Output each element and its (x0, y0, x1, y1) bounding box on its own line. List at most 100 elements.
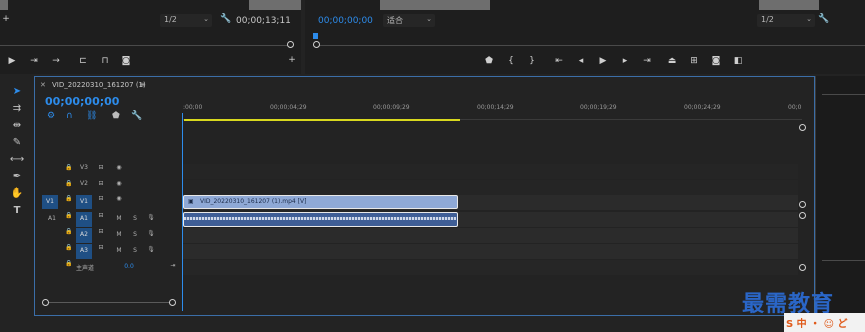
mark-out-icon[interactable]: } (526, 56, 538, 66)
add-marker-icon[interactable]: ⬟ (112, 111, 120, 121)
solo-button[interactable]: S (130, 244, 140, 254)
vertical-scroll-handle[interactable] (799, 264, 806, 271)
go-to-out-icon[interactable]: ⇥ (641, 56, 653, 66)
mute-button[interactable]: M (114, 228, 124, 238)
razor-icon[interactable]: ✎ (6, 137, 28, 151)
vertical-scroll-handle[interactable] (799, 212, 806, 219)
lock-icon[interactable]: 🔒 (64, 195, 74, 202)
add-marker-icon[interactable]: + (0, 14, 12, 24)
timeline-timecode[interactable]: 00;00;00;00 (45, 95, 119, 108)
lock-icon[interactable]: 🔒 (64, 228, 74, 235)
pen-icon[interactable]: ✒ (6, 171, 28, 185)
mute-button[interactable]: M (114, 212, 124, 222)
source-scrubber[interactable] (0, 45, 290, 46)
overwrite-icon[interactable]: ⊓ (99, 56, 111, 66)
eye-icon[interactable]: ◉ (114, 164, 124, 171)
eye-icon[interactable]: ◉ (114, 195, 124, 202)
microphone-icon[interactable]: 🎙 (146, 228, 156, 237)
lift-icon[interactable]: ⏏ (666, 56, 678, 66)
program-scrub-handle[interactable] (313, 41, 320, 48)
sync-lock-icon[interactable]: ⊟ (96, 164, 106, 171)
ripple-edit-icon[interactable]: ⇹ (6, 120, 28, 134)
master-volume-value[interactable]: 0.0 (122, 260, 136, 270)
snap-icon[interactable]: ∩ (66, 111, 73, 121)
go-to-out-icon[interactable]: → (50, 56, 62, 66)
wrench-icon[interactable]: 🔧 (818, 14, 830, 24)
extract-icon[interactable]: ⊞ (688, 56, 700, 66)
camera-icon[interactable]: ◙ (710, 56, 722, 66)
track-lane-master[interactable] (182, 260, 798, 275)
sync-lock-icon[interactable]: ⊟ (96, 244, 106, 251)
microphone-icon[interactable]: 🎙 (146, 244, 156, 253)
source-scrub-end-handle[interactable] (287, 41, 294, 48)
program-timecode[interactable]: 00;00;00;00 (318, 16, 373, 26)
track-lane-a3[interactable] (182, 244, 798, 259)
go-to-in-icon[interactable]: ⇤ (553, 56, 565, 66)
fit-select[interactable]: 适合 ⌄ (383, 14, 435, 27)
linked-selection-icon[interactable]: ⛓ (86, 111, 97, 121)
source-zoom-select[interactable]: 1/2 ⌄ (160, 14, 212, 27)
sync-lock-icon[interactable]: ⊟ (96, 212, 106, 219)
track-select-icon[interactable]: ⇉ (6, 103, 28, 117)
lock-icon[interactable]: 🔒 (64, 212, 74, 219)
vertical-scroll-handle[interactable] (799, 124, 806, 131)
marker-icon[interactable]: ⬟ (483, 56, 495, 66)
step-forward-icon[interactable]: ▸ (619, 56, 631, 66)
add-button-icon[interactable]: + (286, 55, 298, 65)
track-lane-a2[interactable] (182, 228, 798, 243)
source-patch-a1[interactable]: A1 (44, 212, 60, 222)
source-monitor: + 1/2 ⌄ 🔧 00;00;13;11 ▶ ⇥ → ⊏ ⊓ ◙ + (0, 0, 301, 74)
play-icon[interactable]: ▶ (6, 56, 18, 66)
step-back-icon[interactable]: ◂ (575, 56, 587, 66)
audio-clip[interactable] (183, 212, 458, 227)
close-tab-icon[interactable]: ✕ (40, 81, 46, 89)
camera-icon[interactable]: ◙ (120, 56, 132, 66)
go-to-end-icon[interactable]: ⇥ (168, 260, 178, 269)
selection-tool-icon[interactable]: ➤ (6, 86, 28, 100)
track-label[interactable]: V3 (76, 164, 92, 171)
sync-lock-icon[interactable]: ⊟ (96, 195, 106, 202)
track-lane-v2[interactable] (182, 180, 798, 195)
zoom-handle-right[interactable] (169, 299, 176, 306)
track-target-a3[interactable]: A3 (76, 244, 92, 259)
source-timecode[interactable]: 00;00;13;11 (236, 16, 291, 26)
zoom-handle-left[interactable] (42, 299, 49, 306)
track-target-a2[interactable]: A2 (76, 228, 92, 243)
solo-button[interactable]: S (130, 212, 140, 222)
lock-icon[interactable]: 🔒 (64, 180, 74, 187)
sync-lock-icon[interactable]: ⊟ (96, 180, 106, 187)
mark-in-icon[interactable]: { (505, 56, 517, 66)
panel-menu-icon[interactable]: ≡ (139, 80, 146, 89)
program-zoom-select[interactable]: 1/2 ⌄ (757, 14, 815, 27)
horizontal-scrollbar[interactable] (44, 302, 174, 303)
step-forward-icon[interactable]: ⇥ (28, 56, 40, 66)
lock-icon[interactable]: 🔒 (64, 164, 74, 171)
timeline-tab-title[interactable]: VID_20220310_161207 (1) (52, 81, 146, 89)
wrench-icon[interactable]: 🔧 (131, 111, 142, 121)
program-scrubber[interactable] (313, 45, 865, 46)
lock-icon[interactable]: 🔒 (64, 260, 74, 267)
track-target-a1[interactable]: A1 (76, 212, 92, 227)
work-area-bar[interactable] (184, 119, 460, 121)
mute-button[interactable]: M (114, 244, 124, 254)
eye-icon[interactable]: ◉ (114, 180, 124, 187)
wrench-icon[interactable]: 🔧 (220, 14, 232, 24)
microphone-icon[interactable]: 🎙 (146, 212, 156, 221)
nest-icon[interactable]: ⚙ (47, 111, 55, 121)
vertical-scroll-handle[interactable] (799, 201, 806, 208)
track-target-v1[interactable]: V1 (76, 195, 92, 209)
track-lane-v3[interactable] (182, 164, 798, 179)
track-label[interactable]: V2 (76, 180, 92, 187)
source-patch-v1[interactable]: V1 (42, 195, 58, 209)
compare-icon[interactable]: ◧ (732, 56, 744, 66)
sync-lock-icon[interactable]: ⊟ (96, 228, 106, 235)
slip-icon[interactable]: ⟷ (6, 154, 28, 168)
lock-icon[interactable]: 🔒 (64, 244, 74, 251)
program-playhead-marker[interactable] (313, 33, 318, 39)
type-tool-icon[interactable]: T (6, 205, 28, 219)
hand-icon[interactable]: ✋ (6, 188, 28, 202)
playhead[interactable] (182, 113, 183, 311)
solo-button[interactable]: S (130, 228, 140, 238)
play-icon[interactable]: ▶ (597, 56, 609, 66)
insert-icon[interactable]: ⊏ (77, 56, 89, 66)
